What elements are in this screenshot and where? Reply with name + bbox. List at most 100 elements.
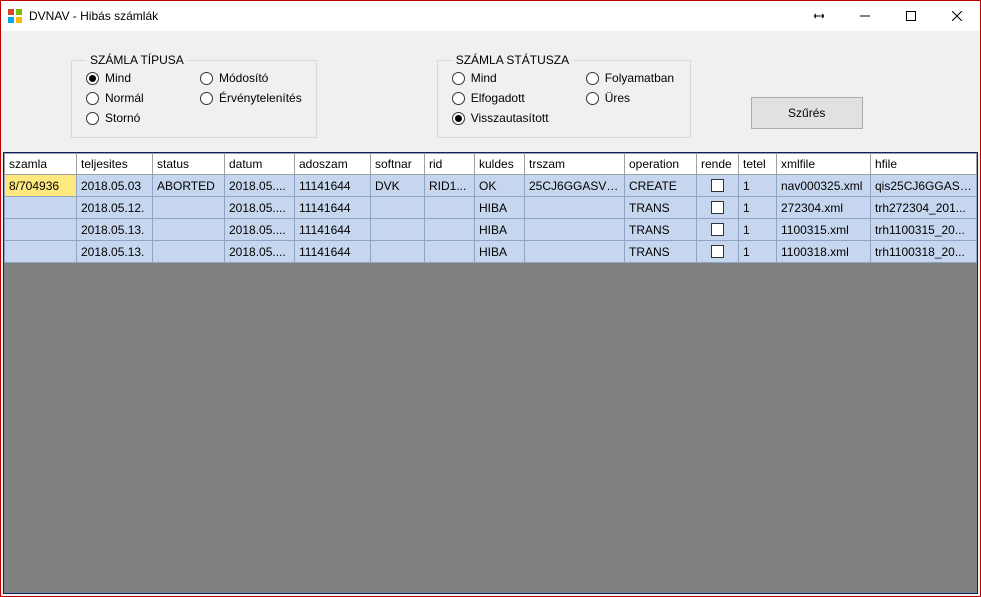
col-datum[interactable]: datum — [225, 154, 295, 175]
close-button[interactable] — [934, 1, 980, 31]
data-grid[interactable]: szamla teljesites status datum adoszam s… — [4, 153, 977, 263]
cell-teljesites[interactable]: 2018.05.13. — [77, 241, 153, 263]
col-softnam[interactable]: softnar — [371, 154, 425, 175]
cell-hfile[interactable]: qis25CJ6GGASV... — [871, 175, 977, 197]
cell-softnam[interactable] — [371, 219, 425, 241]
radio-dot-icon — [200, 92, 213, 105]
radio-dot-icon — [586, 72, 599, 85]
checkbox-rende[interactable] — [711, 201, 724, 214]
cell-rid[interactable] — [425, 197, 475, 219]
cell-softnam[interactable] — [371, 241, 425, 263]
col-teljesites[interactable]: teljesites — [77, 154, 153, 175]
cell-szamla[interactable] — [5, 241, 77, 263]
cell-tetel[interactable]: 1 — [739, 197, 777, 219]
radio-status-elfogadott[interactable]: Elfogadott — [452, 91, 562, 105]
cell-xmlfile[interactable]: 272304.xml — [777, 197, 871, 219]
cell-status[interactable] — [153, 197, 225, 219]
table-row[interactable]: 2018.05.13. 2018.05....11141644 HIBA TRANS 1… — [5, 241, 977, 263]
col-rende[interactable]: rende — [697, 154, 739, 175]
cell-szamla[interactable] — [5, 197, 77, 219]
col-tetel[interactable]: tetel — [739, 154, 777, 175]
col-operation[interactable]: operation — [625, 154, 697, 175]
cell-trszam[interactable] — [525, 219, 625, 241]
cell-datum[interactable]: 2018.05.... — [225, 241, 295, 263]
cell-rende[interactable] — [697, 197, 739, 219]
col-kuldes[interactable]: kuldes — [475, 154, 525, 175]
col-szamla[interactable]: szamla — [5, 154, 77, 175]
cell-operation[interactable]: TRANS — [625, 241, 697, 263]
radio-status-visszautasitott[interactable]: Visszautasított — [452, 111, 562, 125]
cell-kuldes[interactable]: HIBA — [475, 219, 525, 241]
cell-hfile[interactable]: trh272304_201... — [871, 197, 977, 219]
cell-szamla[interactable] — [5, 219, 77, 241]
cell-rid[interactable]: RID1... — [425, 175, 475, 197]
checkbox-rende[interactable] — [711, 245, 724, 258]
cell-teljesites[interactable]: 2018.05.12. — [77, 197, 153, 219]
cell-operation[interactable]: TRANS — [625, 197, 697, 219]
maximize-button[interactable] — [888, 1, 934, 31]
col-trszam[interactable]: trszam — [525, 154, 625, 175]
checkbox-rende[interactable] — [711, 223, 724, 236]
cell-rende[interactable] — [697, 219, 739, 241]
cell-softnam[interactable]: DVK — [371, 175, 425, 197]
radio-type-modosito[interactable]: Módosító — [200, 71, 302, 85]
cell-adoszam[interactable]: 11141644 — [295, 175, 371, 197]
cell-tetel[interactable]: 1 — [739, 175, 777, 197]
cell-rende[interactable] — [697, 175, 739, 197]
col-rid[interactable]: rid — [425, 154, 475, 175]
cell-rid[interactable] — [425, 241, 475, 263]
cell-xmlfile[interactable]: nav000325.xml — [777, 175, 871, 197]
cell-trszam[interactable]: 25CJ6GGASVFB — [525, 175, 625, 197]
radio-dot-icon — [86, 112, 99, 125]
cell-teljesites[interactable]: 2018.05.03 — [77, 175, 153, 197]
cell-kuldes[interactable]: HIBA — [475, 197, 525, 219]
table-row[interactable]: 2018.05.13. 2018.05....11141644 HIBA TRANS 1… — [5, 219, 977, 241]
radio-status-mind[interactable]: Mind — [452, 71, 562, 85]
cell-xmlfile[interactable]: 1100318.xml — [777, 241, 871, 263]
cell-kuldes[interactable]: OK — [475, 175, 525, 197]
cell-status[interactable]: ABORTED — [153, 175, 225, 197]
cell-datum[interactable]: 2018.05.... — [225, 219, 295, 241]
radio-type-storno[interactable]: Stornó — [86, 111, 176, 125]
cell-tetel[interactable]: 1 — [739, 241, 777, 263]
table-row[interactable]: 2018.05.12. 2018.05....11141644 HIBA TRANS 1… — [5, 197, 977, 219]
minimize-button[interactable] — [842, 1, 888, 31]
cell-operation[interactable]: TRANS — [625, 219, 697, 241]
cell-hfile[interactable]: trh1100318_20... — [871, 241, 977, 263]
cell-kuldes[interactable]: HIBA — [475, 241, 525, 263]
cell-trszam[interactable] — [525, 197, 625, 219]
radio-label: Mind — [105, 71, 131, 85]
radio-type-mind[interactable]: Mind — [86, 71, 176, 85]
cell-xmlfile[interactable]: 1100315.xml — [777, 219, 871, 241]
cell-datum[interactable]: 2018.05.... — [225, 175, 295, 197]
radio-label: Üres — [605, 91, 630, 105]
checkbox-rende[interactable] — [711, 179, 724, 192]
cell-rende[interactable] — [697, 241, 739, 263]
col-hfile[interactable]: hfile — [871, 154, 977, 175]
move-icon[interactable] — [796, 1, 842, 31]
cell-hfile[interactable]: trh1100315_20... — [871, 219, 977, 241]
radio-type-ervenytelen[interactable]: Érvénytelenítés — [200, 91, 302, 105]
cell-tetel[interactable]: 1 — [739, 219, 777, 241]
table-row[interactable]: 8/7049362018.05.03ABORTED2018.05....1114… — [5, 175, 977, 197]
cell-datum[interactable]: 2018.05.... — [225, 197, 295, 219]
cell-adoszam[interactable]: 11141644 — [295, 197, 371, 219]
cell-szamla[interactable]: 8/704936 — [5, 175, 77, 197]
col-adoszam[interactable]: adoszam — [295, 154, 371, 175]
cell-softnam[interactable] — [371, 197, 425, 219]
cell-status[interactable] — [153, 219, 225, 241]
cell-trszam[interactable] — [525, 241, 625, 263]
cell-teljesites[interactable]: 2018.05.13. — [77, 219, 153, 241]
cell-adoszam[interactable]: 11141644 — [295, 219, 371, 241]
radio-label: Visszautasított — [471, 111, 549, 125]
col-xmlfile[interactable]: xmlfile — [777, 154, 871, 175]
radio-status-ures[interactable]: Üres — [586, 91, 676, 105]
radio-type-normal[interactable]: Normál — [86, 91, 176, 105]
cell-status[interactable] — [153, 241, 225, 263]
filter-button[interactable]: Szűrés — [751, 97, 863, 129]
cell-operation[interactable]: CREATE — [625, 175, 697, 197]
cell-rid[interactable] — [425, 219, 475, 241]
col-status[interactable]: status — [153, 154, 225, 175]
cell-adoszam[interactable]: 11141644 — [295, 241, 371, 263]
radio-status-folyamatban[interactable]: Folyamatban — [586, 71, 676, 85]
